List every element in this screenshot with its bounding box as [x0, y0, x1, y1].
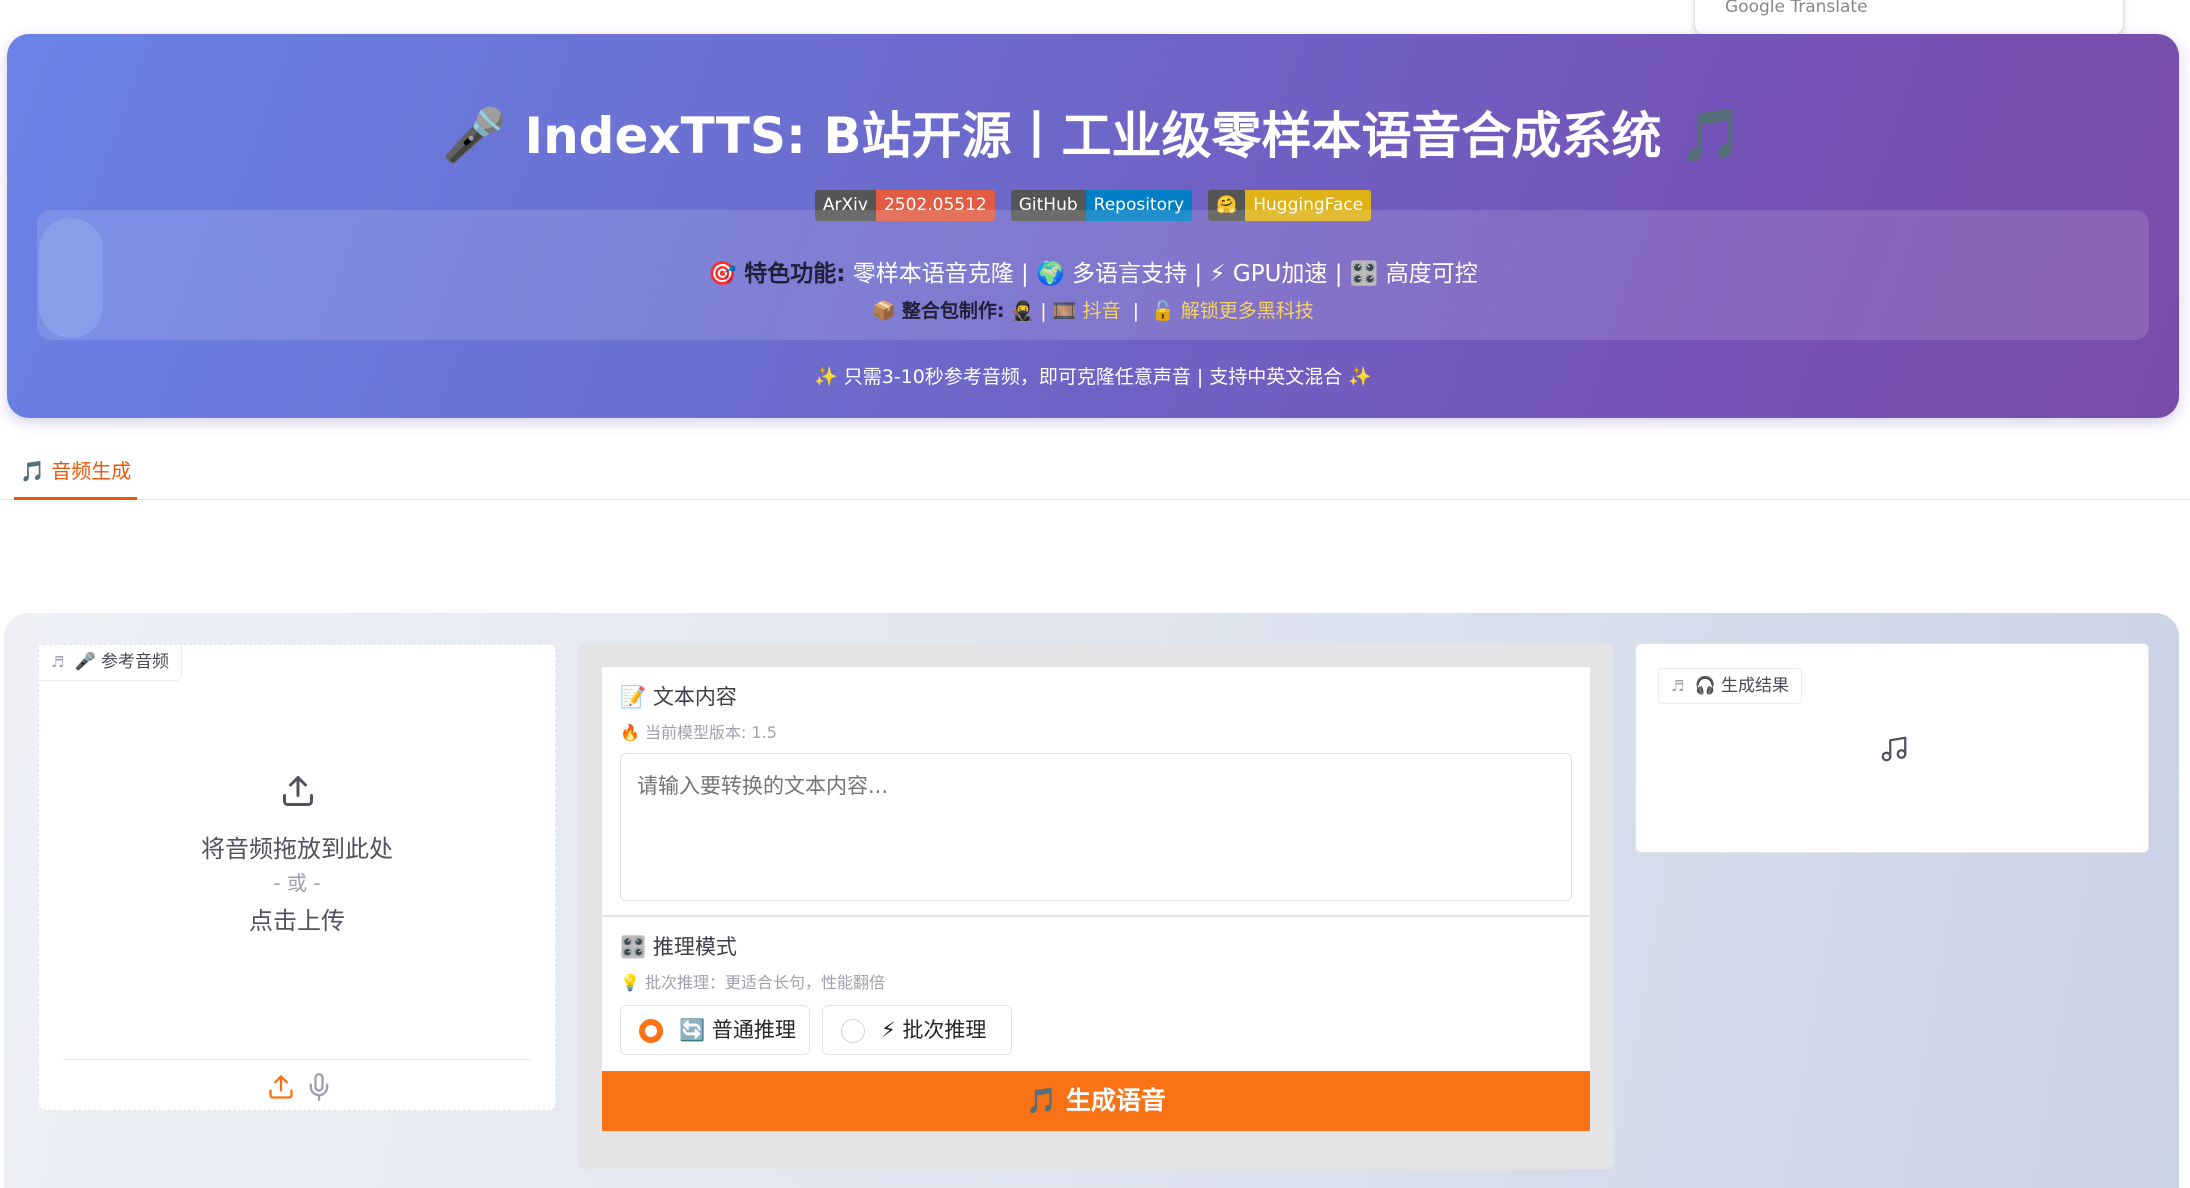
inference-hint: 💡 批次推理：更适合长句，性能翻倍 [620, 969, 885, 993]
headphones-icon: 🎧 [1694, 676, 1716, 696]
click-upload-text: 点击上传 [249, 907, 345, 935]
microphone-record-icon[interactable] [305, 1073, 333, 1101]
credits-line: 📦 整合包制作: 🥷 | 🎞️ 抖音 | 🔓 解锁更多黑科技 [872, 300, 1314, 322]
reference-audio-label: ♬ 🎤 参考音频 [39, 645, 183, 681]
radio-batch-inference[interactable]: ⚡ 批次推理 [822, 1005, 1012, 1055]
upload-icon [283, 776, 313, 806]
radio-normal-label: 普通推理 [711, 1018, 796, 1042]
package-icon: 📦 [872, 300, 896, 322]
text-input[interactable] [620, 753, 1572, 901]
inference-mode-title-text: 推理模式 [652, 935, 737, 959]
result-label: ♬ 🎧 生成结果 [1658, 668, 1803, 704]
main-panel: ♬ 🎤 参考音频 将音频拖放到此处 - 或 - 点击上传 📝 文本内容 🔥 当前模… [4, 613, 2179, 1188]
tagline: ✨ 只需3-10秒参考音频，即可克隆任意声音 | 支持中英文混合 ✨ [814, 366, 1372, 388]
inference-hint-text: 批次推理：更适合长句，性能翻倍 [645, 973, 886, 992]
memo-icon: 📝 [620, 685, 647, 709]
music-note-icon: 🎵 [20, 459, 45, 483]
model-version: 🔥 当前模型版本: 1.5 [620, 719, 777, 743]
google-translate-popup[interactable]: Google Translate [1694, 0, 2124, 36]
drop-text: 将音频拖放到此处 [201, 835, 393, 863]
radio-dot[interactable] [841, 1019, 865, 1043]
refresh-icon: 🔄 [679, 1018, 706, 1042]
text-content-block: 📝 文本内容 🔥 当前模型版本: 1.5 [602, 667, 1590, 915]
audio-file-icon: ♬ [51, 653, 65, 671]
text-content-title-text: 文本内容 [652, 685, 737, 709]
music-note-icon: 🎵 [1678, 106, 1744, 166]
unlock-icon: 🔓 [1151, 300, 1175, 322]
credits-label: 整合包制作 [901, 300, 997, 322]
hero-banner: 🎤 IndexTTS: B站开源丨工业级零样本语音合成系统 🎵 ArXiv 250… [7, 34, 2179, 418]
features-line: 🎯 特色功能: 零样本语音克隆 | 🌍 多语言支持 | ⚡ GPU加速 | 🎛️… [708, 261, 1478, 287]
google-translate-label: Google Translate [1725, 0, 1868, 17]
radio-dot-selected[interactable] [639, 1019, 663, 1043]
features-label: 特色功能 [744, 261, 837, 287]
target-icon: 🎯 [708, 261, 737, 287]
reference-audio-upload[interactable]: ♬ 🎤 参考音频 将音频拖放到此处 - 或 - 点击上传 [38, 644, 556, 1111]
input-column: 📝 文本内容 🔥 当前模型版本: 1.5 🎛️ 推理模式 💡 批次推理：更适合长… [578, 643, 1614, 1169]
reference-audio-label-text: 参考音频 [101, 652, 170, 672]
lightbulb-icon: 💡 [620, 973, 640, 992]
generation-result: ♬ 🎧 生成结果 [1635, 643, 2149, 853]
lightning-icon: ⚡ [881, 1018, 896, 1042]
tab-audio-generation[interactable]: 🎵 音频生成 [14, 454, 138, 500]
inference-mode-title: 🎛️ 推理模式 [620, 931, 737, 961]
control-knobs-icon: 🎛️ [620, 935, 647, 959]
credits-separator: | 🎞️ [1040, 300, 1077, 322]
text-content-title: 📝 文本内容 [620, 681, 737, 711]
generate-speech-label: 生成语音 [1065, 1086, 1166, 1115]
tab-label: 音频生成 [51, 459, 132, 483]
feature-box: 🎯 特色功能: 零样本语音克隆 | 🌍 多语言支持 | ⚡ GPU加速 | 🎛️… [37, 210, 2149, 340]
result-label-text: 生成结果 [1721, 676, 1790, 696]
page-title: 🎤 IndexTTS: B站开源丨工业级零样本语音合成系统 🎵 [7, 96, 2179, 168]
music-note-icon: 🎵 [1026, 1086, 1058, 1115]
inference-mode-block: 🎛️ 推理模式 💡 批次推理：更适合长句，性能翻倍 🔄 普通推理 ⚡ 批次推理 [602, 917, 1590, 1071]
audio-file-icon: ♬ [1671, 677, 1685, 695]
or-text: - 或 - [273, 871, 321, 895]
fire-icon: 🔥 [620, 723, 640, 742]
radio-normal-inference[interactable]: 🔄 普通推理 [620, 1005, 810, 1055]
page-title-text: IndexTTS: B站开源丨工业级零样本语音合成系统 [524, 107, 1662, 165]
features-items: 零样本语音克隆 | 🌍 多语言支持 | ⚡ GPU加速 | 🎛️ 高度可控 [852, 261, 1478, 287]
tab-bar: 🎵 音频生成 [0, 440, 2190, 500]
microphone-icon: 🎤 [442, 106, 508, 166]
radio-batch-label: 批次推理 [902, 1018, 987, 1042]
microphone-icon: 🎤 [74, 652, 96, 672]
unlock-link[interactable]: 解锁更多黑科技 [1181, 300, 1314, 322]
credits-separator-2: | [1132, 300, 1139, 322]
douyin-link[interactable]: 抖音 [1082, 300, 1120, 322]
generate-speech-button[interactable]: 🎵 生成语音 [602, 1071, 1590, 1131]
music-note-icon [1881, 736, 1907, 762]
model-version-text: 当前模型版本: 1.5 [645, 723, 777, 742]
ninja-icon: 🥷 [1010, 300, 1035, 322]
divider [63, 1059, 531, 1060]
upload-button-icon[interactable] [267, 1073, 295, 1101]
